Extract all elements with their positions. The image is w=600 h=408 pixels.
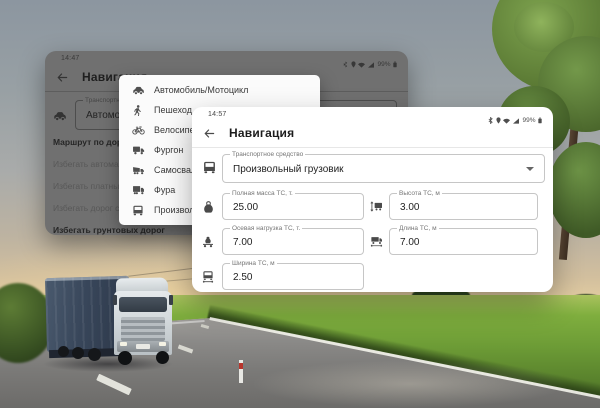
field-label: Осевая нагрузка ТС, т.	[230, 225, 302, 233]
back-arrow-icon[interactable]	[57, 70, 69, 82]
dump-truck-icon	[131, 165, 145, 175]
truck-shadow	[42, 356, 174, 372]
road-sheen	[250, 360, 570, 408]
setting-avoid-roads[interactable]: Избегать дорог с в	[53, 202, 126, 214]
wifi-icon	[358, 55, 365, 73]
screenshot-root: 14:47 99% Навигация Транспортное средств…	[0, 0, 600, 408]
truck-height-icon	[369, 199, 383, 213]
status-icons: 99%	[343, 55, 397, 73]
trailer-wheel	[58, 346, 69, 357]
truck-windshield	[119, 297, 167, 312]
field-label: Длина ТС, м	[397, 225, 439, 233]
front-screenshot-truck-params: 14:57 99% Навигация Транспортное средств…	[192, 107, 553, 292]
menu-item-label: Самосвал	[154, 165, 196, 175]
status-time: 14:57	[208, 111, 227, 118]
setting-avoid-dirt-roads[interactable]: Избегать грунтовых дорог	[53, 224, 165, 235]
car-icon	[53, 108, 67, 122]
vehicle-select[interactable]: Транспортное средство Произвольный грузо…	[222, 154, 545, 183]
page-title: Навигация	[229, 126, 294, 140]
field-value: 7.00	[400, 236, 419, 247]
field-value: 3.00	[400, 201, 419, 212]
wifi-icon	[503, 111, 510, 129]
dropdown-caret-icon	[526, 167, 534, 171]
battery-icon	[393, 55, 397, 73]
field-value: 2.50	[233, 271, 252, 282]
field-value: Произвольный грузовик	[233, 163, 344, 174]
axle-load-input[interactable]: Осевая нагрузка ТС, т. 7.00	[222, 228, 364, 255]
height-input[interactable]: Высота ТС, м 3.00	[389, 193, 538, 220]
field-label: Полная масса ТС, т.	[230, 190, 295, 198]
axle-load-icon	[201, 234, 215, 248]
custom-truck-icon	[202, 160, 216, 174]
truck-grille	[121, 317, 165, 341]
gross-weight-input[interactable]: Полная масса ТС, т. 25.00	[222, 193, 364, 220]
field-value: 7.00	[233, 236, 252, 247]
van-icon	[131, 145, 145, 155]
location-icon	[496, 111, 501, 129]
custom-truck-icon	[131, 205, 145, 216]
truck-headlight	[159, 342, 166, 346]
bluetooth-icon	[343, 55, 348, 73]
field-label: Транспортное средство	[230, 151, 305, 159]
bluetooth-icon	[488, 111, 493, 129]
truck-front-wheel	[156, 351, 169, 364]
truck-mirror	[113, 295, 117, 305]
menu-item-label: Пешеход	[154, 105, 192, 115]
road-marker-post	[239, 360, 243, 383]
menu-item-label: Фура	[154, 185, 175, 195]
truck-mirror	[169, 295, 173, 305]
location-icon	[351, 55, 356, 73]
menu-item-label: Автомобиль/Мотоцикл	[154, 85, 248, 95]
truck-width-icon	[201, 269, 215, 283]
status-bar: 14:47 99%	[45, 51, 408, 67]
battery-percent: 99%	[522, 117, 535, 124]
truck-license-plate	[136, 344, 150, 349]
status-time: 14:47	[61, 55, 80, 62]
field-label: Ширина ТС, м	[230, 260, 277, 268]
field-label: Высота ТС, м	[397, 190, 442, 198]
pedestrian-icon	[131, 105, 145, 116]
field-value: 25.00	[233, 201, 258, 212]
cell-signal-icon	[513, 111, 519, 129]
semi-truck-icon	[131, 185, 145, 195]
trailer-wheel	[88, 348, 101, 361]
trailer-wheel	[72, 347, 84, 359]
battery-icon	[538, 111, 542, 129]
length-input[interactable]: Длина ТС, м 7.00	[389, 228, 538, 255]
bicycle-icon	[131, 125, 145, 135]
cell-signal-icon	[368, 55, 374, 73]
status-bar: 14:57 99%	[192, 107, 553, 123]
menu-item-label: Фургон	[154, 145, 183, 155]
menu-item-car-motorcycle[interactable]: Автомобиль/Мотоцикл	[119, 80, 320, 100]
car-icon	[131, 85, 145, 95]
back-arrow-icon[interactable]	[204, 126, 216, 138]
status-icons: 99%	[488, 111, 542, 129]
divider	[192, 147, 553, 148]
battery-percent: 99%	[377, 61, 390, 68]
weight-icon	[201, 199, 215, 213]
truck-length-icon	[369, 234, 383, 248]
width-input[interactable]: Ширина ТС, м 2.50	[222, 263, 364, 290]
truck-front-wheel	[118, 351, 132, 365]
truck-headlight	[120, 342, 127, 346]
